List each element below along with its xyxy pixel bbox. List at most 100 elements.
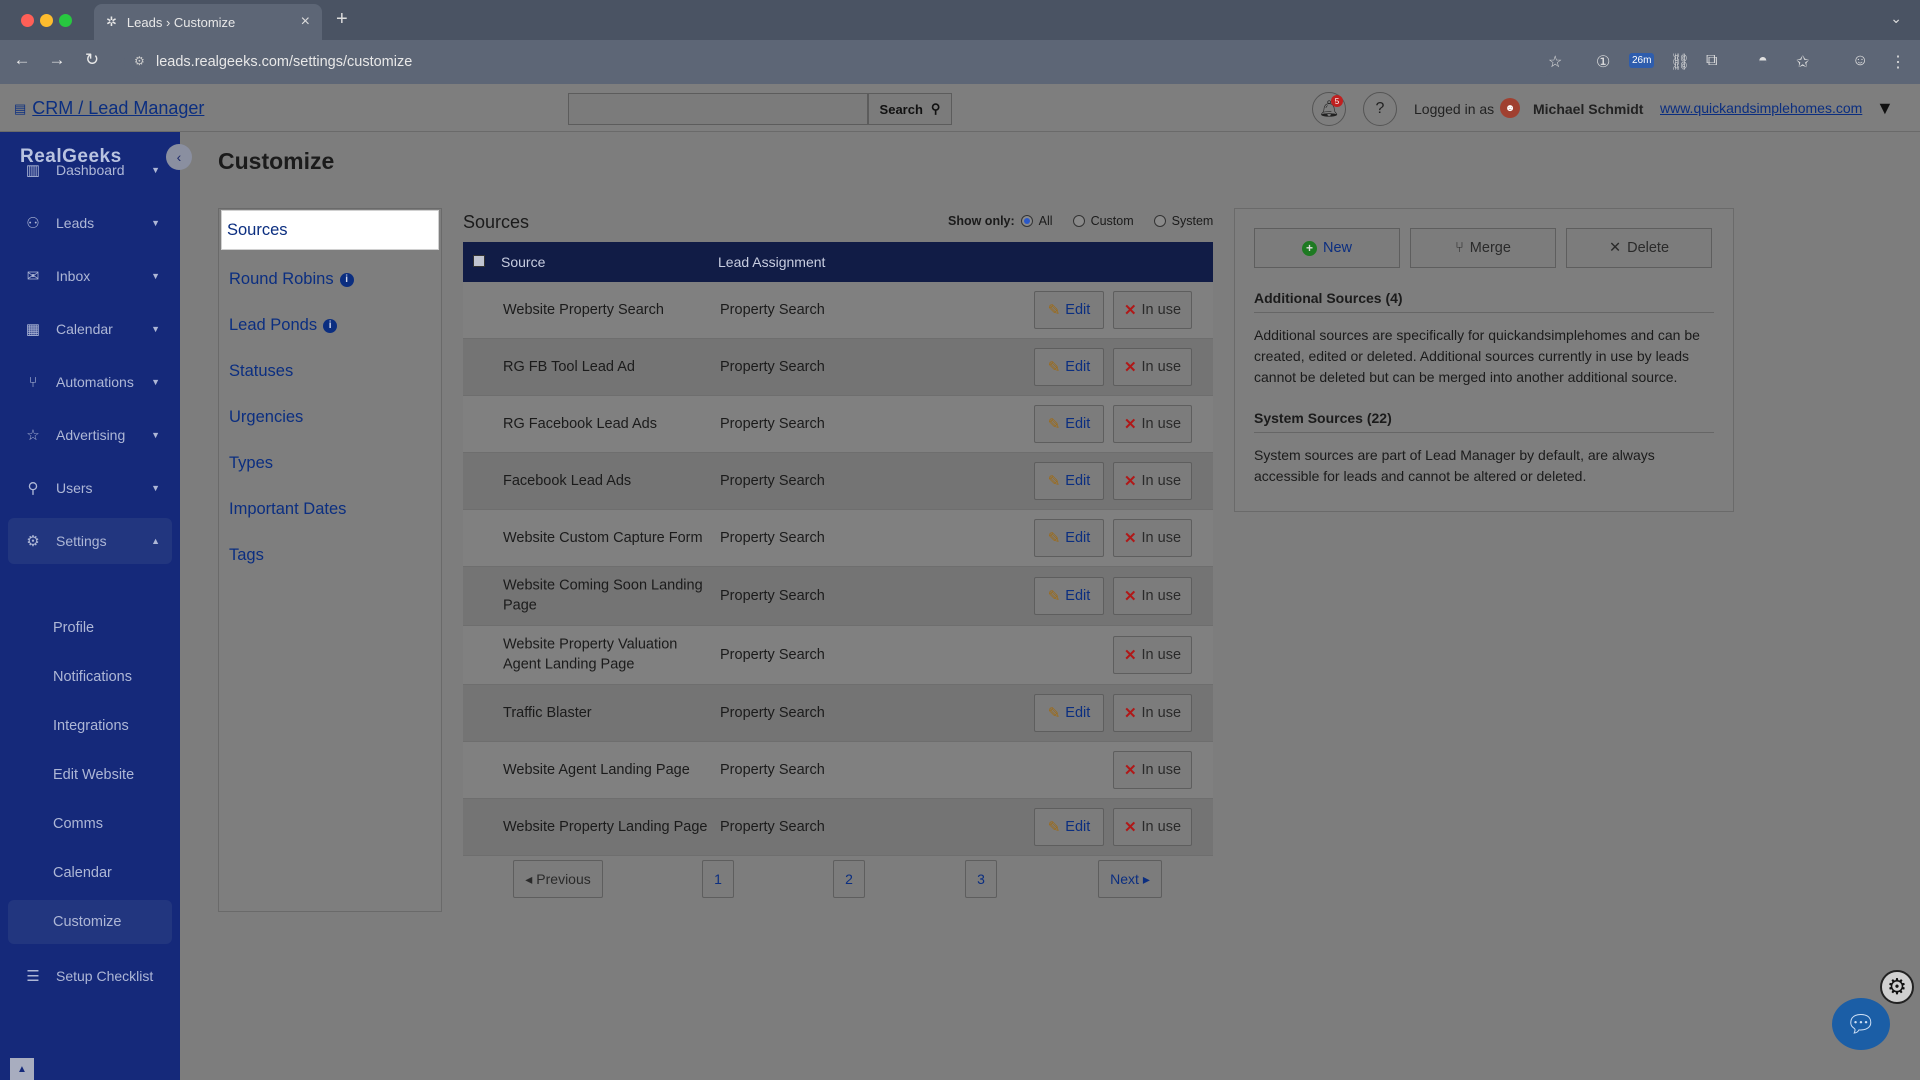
select-all-checkbox[interactable] [473,255,485,267]
page-3-button[interactable]: 3 [965,860,997,898]
merge-sources-button[interactable]: ⑂ Merge [1410,228,1556,268]
caret-down-icon[interactable]: ▼ [1876,98,1894,119]
new-tab-icon[interactable]: + [336,8,348,31]
subnav-statuses[interactable]: Statuses [229,362,293,381]
page-1-button[interactable]: 1 [702,860,734,898]
profile-icon[interactable]: ☺ [1852,52,1868,70]
in-use-button[interactable]: ✕ In use [1113,808,1192,846]
in-use-button[interactable]: ✕ In use [1113,462,1192,500]
notifications-button[interactable]: 🔔︎ 5 [1312,92,1346,126]
sidebar: RealGeeks ▥ Dashboard ▼ ⚇ Leads ▼ ✉ Inbo… [0,132,180,1080]
search-button[interactable]: Search ⚲ [868,93,952,125]
bookmarks-icon[interactable]: ✩ [1796,52,1809,72]
sidebar-item-users[interactable]: ⚲ Users ▼ [8,465,172,511]
settings-sub-calendar[interactable]: Calendar [8,851,172,895]
window-minimize-button[interactable] [40,14,53,27]
scroll-up-icon[interactable]: ▲ [10,1058,34,1080]
bookmark-star-icon[interactable]: ☆ [1548,52,1562,72]
forward-icon[interactable]: → [45,50,69,70]
password-manager-icon[interactable]: ① [1596,52,1610,72]
radio-custom[interactable] [1072,215,1085,227]
filter-all[interactable]: All [1020,214,1053,228]
settings-float-icon[interactable]: ⚙ [1880,970,1914,1004]
settings-sub-customize[interactable]: Customize [8,900,172,944]
sidebar-item-inbox[interactable]: ✉ Inbox ▼ [8,253,172,299]
edit-button[interactable]: ✎ Edit [1034,808,1104,846]
table-body: Website Property Search Property Search ✎ E… [463,282,1213,856]
sidebar-item-setup-checklist[interactable]: ☰ Setup Checklist [8,953,172,999]
back-icon[interactable]: ← [10,50,34,70]
info-icon[interactable]: i [323,318,338,333]
browser-menu-icon[interactable]: ⋮ [1890,52,1906,72]
subnav-important-dates[interactable]: Important Dates [229,500,346,519]
browser-tab[interactable]: ✲ Leads › Customize × [94,4,322,40]
incognito-icon[interactable]: ◓ [1758,52,1768,70]
search-input[interactable] [568,93,868,125]
edit-button[interactable]: ✎ Edit [1034,291,1104,329]
page-title: Customize [218,148,335,174]
reload-icon[interactable]: ↻ [80,50,104,70]
filter-system[interactable]: System [1153,214,1214,228]
subnav-label: Round Robins [229,270,334,288]
lead-assignment: Property Search [720,473,825,489]
in-use-button[interactable]: ✕ In use [1113,405,1192,443]
window-close-button[interactable] [21,14,34,27]
subnav-urgencies[interactable]: Urgencies [229,408,303,427]
subnav-round-robins[interactable]: Round Robins i [229,270,354,289]
sidebar-item-automations[interactable]: ⑂ Automations ▼ [8,359,172,405]
subnav-tags[interactable]: Tags [229,546,264,565]
edit-button[interactable]: ✎ Edit [1034,405,1104,443]
in-use-button[interactable]: ✕ In use [1113,694,1192,732]
delete-source-button[interactable]: ✕ Delete [1566,228,1712,268]
in-use-button[interactable]: ✕ In use [1113,291,1192,329]
new-source-button[interactable]: + New [1254,228,1400,268]
tab-menu-chevron-icon[interactable]: ⌄ [1890,10,1902,27]
radio-system[interactable] [1153,215,1166,227]
subnav-lead-ponds[interactable]: Lead Ponds i [229,316,338,335]
in-use-button[interactable]: ✕ In use [1113,348,1192,386]
settings-sub-profile[interactable]: Profile [8,606,172,650]
subnav-types[interactable]: Types [229,454,273,473]
page-2-button[interactable]: 2 [833,860,865,898]
edit-button[interactable]: ✎ Edit [1034,519,1104,557]
settings-sub-edit-website[interactable]: Edit Website [8,753,172,797]
info-icon[interactable]: i [339,272,354,287]
collapse-sidebar-icon[interactable]: ‹ [166,144,192,170]
sidebar-item-settings[interactable]: ⚙ Settings ▲ [8,518,172,564]
next-page-button[interactable]: Next ▸ [1098,860,1162,898]
in-use-button[interactable]: ✕ In use [1113,751,1192,789]
website-link[interactable]: www.quickandsimplehomes.com [1660,100,1862,116]
sidebar-item-leads[interactable]: ⚇ Leads ▼ [8,200,172,246]
edit-button[interactable]: ✎ Edit [1034,462,1104,500]
window-maximize-button[interactable] [59,14,72,27]
subnav-sources[interactable]: Sources [221,210,439,250]
sidebar-item-calendar[interactable]: ▦ Calendar ▼ [8,306,172,352]
column-lead-assignment[interactable]: Lead Assignment [718,254,825,270]
crm-home-link[interactable]: ▤ CRM / Lead Manager [14,98,204,119]
address-bar[interactable]: ⚙ leads.realgeeks.com/settings/customize [124,46,1554,78]
settings-sub-notifications[interactable]: Notifications [8,655,172,699]
filter-label: System [1171,214,1214,228]
question-icon: ? [1375,100,1385,117]
edit-button[interactable]: ✎ Edit [1034,348,1104,386]
extensions-icon[interactable]: ⧉ [1706,52,1717,70]
radio-all[interactable] [1020,215,1033,227]
sidebar-item-advertising[interactable]: ☆ Advertising ▼ [8,412,172,458]
settings-sub-comms[interactable]: Comms [8,802,172,846]
help-button[interactable]: ? [1363,92,1397,126]
filter-custom[interactable]: Custom [1072,214,1134,228]
tab-close-icon[interactable]: × [301,13,310,31]
in-use-button[interactable]: ✕ In use [1113,577,1192,615]
in-use-button[interactable]: ✕ In use [1113,636,1192,674]
previous-page-button[interactable]: ◂ Previous [513,860,603,898]
sidebar-item-dashboard[interactable]: ▥ Dashboard ▼ [8,147,172,193]
settings-sub-integrations[interactable]: Integrations [8,704,172,748]
column-source[interactable]: Source [501,254,545,270]
in-use-button[interactable]: ✕ In use [1113,519,1192,557]
link-icon[interactable]: ⛓ [1670,52,1690,72]
site-settings-icon[interactable]: ⚙ [134,54,145,68]
timer-extension-badge[interactable]: 26m [1629,53,1655,68]
chat-bubble-icon[interactable]: 💬︎ [1832,998,1890,1050]
edit-button[interactable]: ✎ Edit [1034,694,1104,732]
edit-button[interactable]: ✎ Edit [1034,577,1104,615]
